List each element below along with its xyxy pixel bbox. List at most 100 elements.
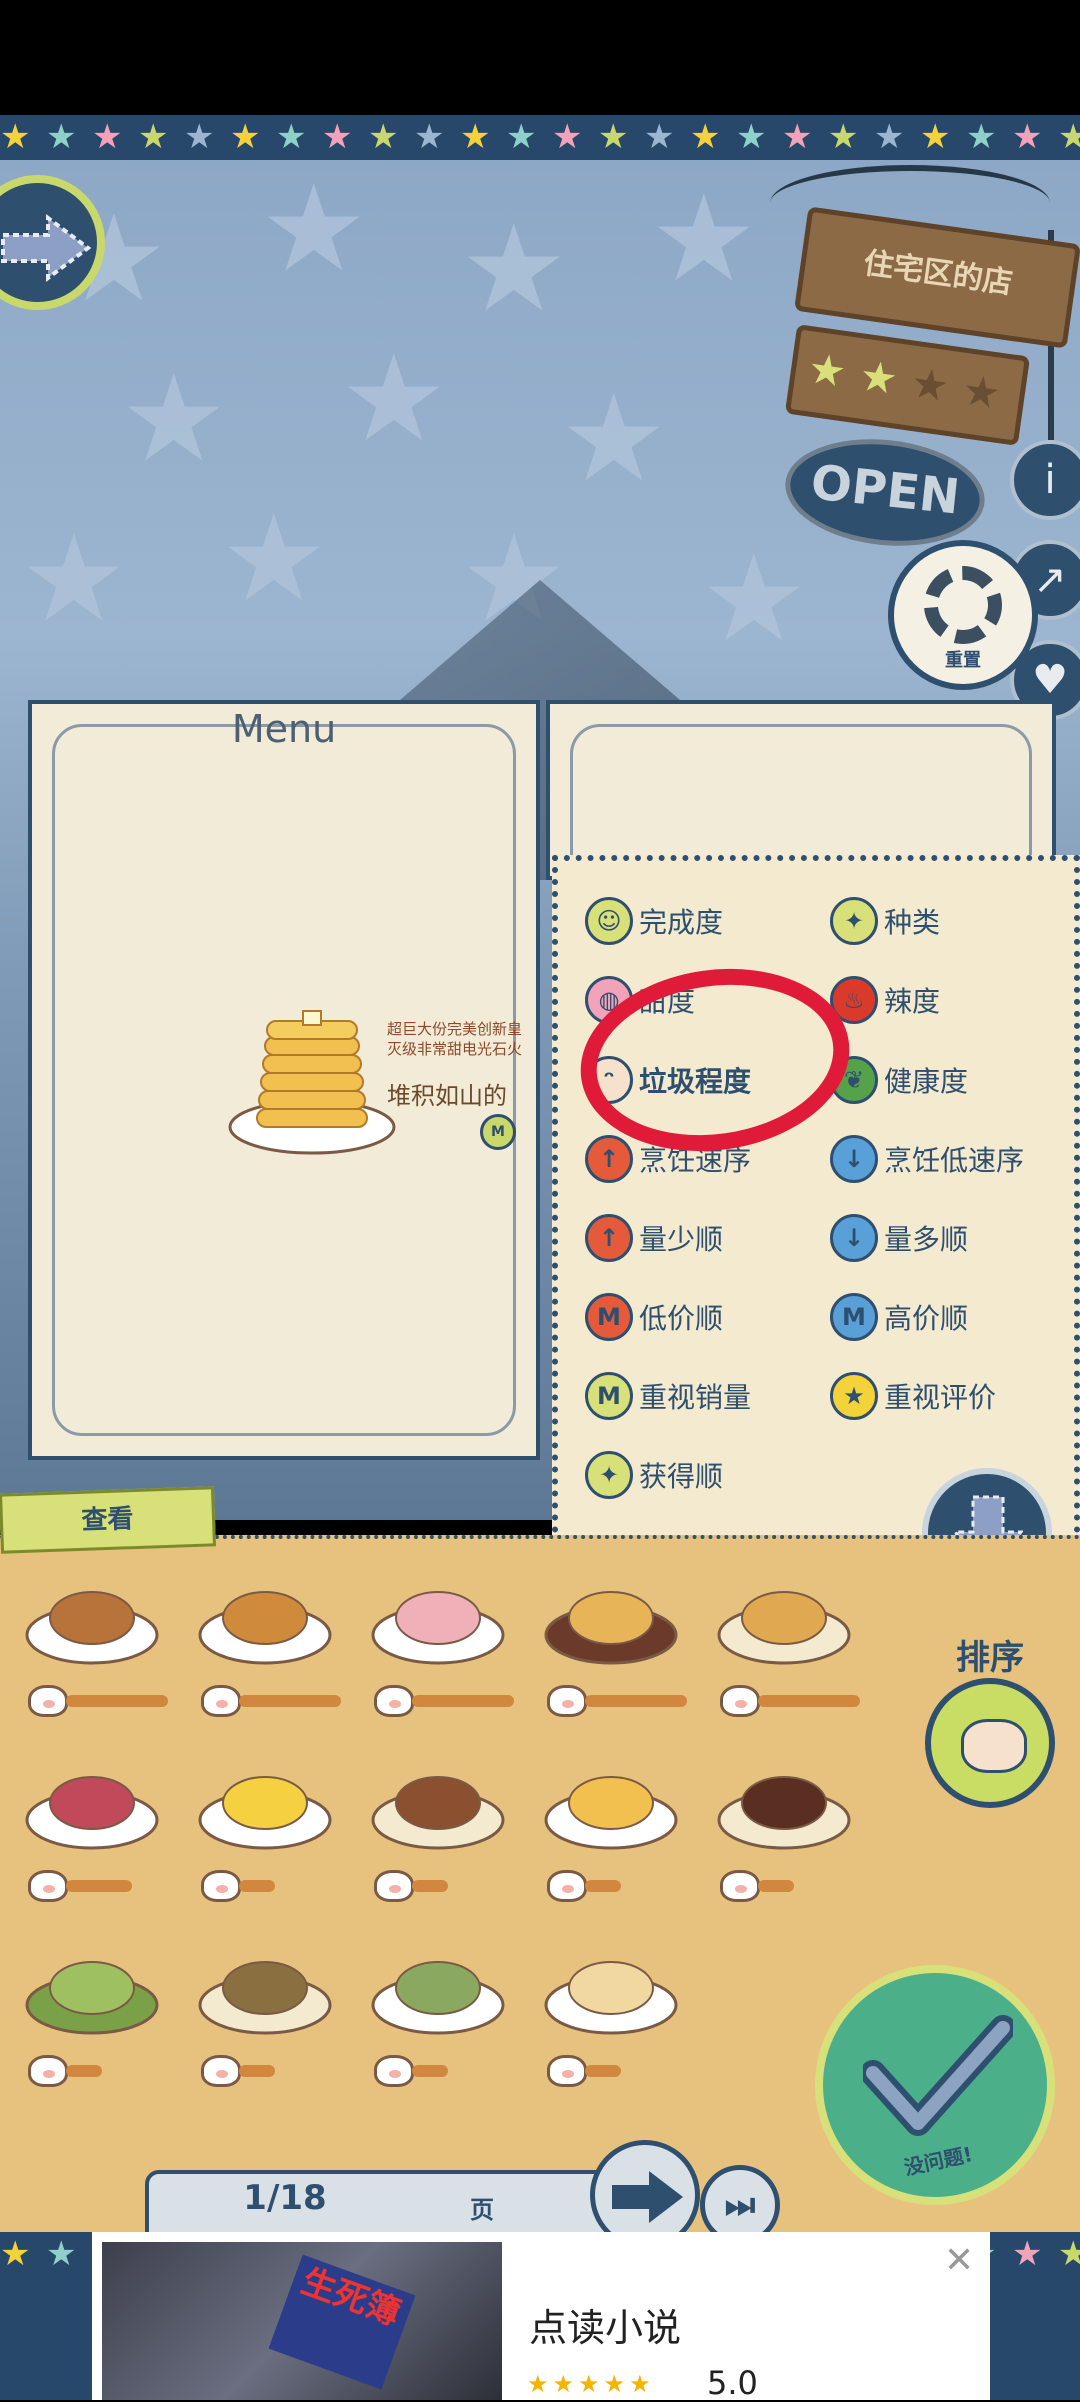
pig-icon (374, 2055, 414, 2087)
sort-option-price_low[interactable]: M 低价顺 (585, 1289, 723, 1345)
sort-option-price_high[interactable]: M 高价顺 (830, 1289, 968, 1345)
confirm-button[interactable]: 没问题! (815, 1965, 1055, 2205)
view-tab[interactable]: 查看 (0, 1486, 216, 1554)
dish-hamster-dessert[interactable] (541, 1930, 691, 2040)
ad-close-button[interactable]: ✕ (944, 2240, 974, 2281)
dish-image (198, 1776, 332, 1850)
sort-option-spicy[interactable]: ♨ 辣度 (830, 972, 940, 1028)
sort-option-healthy[interactable]: ❦ 健康度 (830, 1052, 968, 1108)
coin-up-icon: M (585, 1293, 633, 1341)
sort-option-label: 量少顺 (639, 1223, 724, 1256)
dish-kusa-mochi[interactable] (368, 1930, 518, 2040)
info-icon[interactable]: i (1010, 440, 1080, 520)
junk-level-bar (66, 1880, 132, 1892)
dish-dorayaki[interactable] (368, 1745, 518, 1855)
border-star: ★ (1012, 117, 1043, 157)
dish-dango[interactable] (195, 1930, 345, 2040)
dish-image (371, 1961, 505, 2035)
arrow-right-icon (612, 2171, 683, 2223)
border-star: ★ (92, 117, 123, 157)
dish-yokan[interactable] (714, 1745, 864, 1855)
dish-image (198, 1961, 332, 2035)
sort-button[interactable] (925, 1678, 1055, 1808)
border-star: ★ (368, 117, 399, 157)
sort-option-qty_low[interactable]: ↑ 量少顺 (585, 1210, 723, 1266)
sort-option-acquired[interactable]: ✦ 获得顺 (585, 1447, 723, 1503)
junk-level-bar (66, 2065, 102, 2077)
border-star: ★ (414, 117, 445, 157)
arrow-right-icon (1, 214, 92, 282)
ad-rating-stars: ★★★★★ (527, 2370, 655, 2398)
sort-option-sales[interactable]: M 重视销量 (585, 1368, 751, 1424)
sort-label: 排序 (956, 1638, 1024, 1678)
border-star: ★ (1012, 2234, 1043, 2274)
sort-options-panel (552, 855, 1080, 1545)
sparkle-icon: ✦ (585, 1451, 633, 1499)
sort-option-cook_slow[interactable]: ↓ 烹饪低速序 (830, 1131, 1024, 1187)
border-star: ★ (184, 117, 215, 157)
dish-tonkatsu[interactable] (22, 1560, 172, 1670)
sort-option-completion[interactable]: ☺ 完成度 (585, 893, 723, 949)
menu-description-line: 灭级非常甜电光石火 (387, 1040, 523, 1058)
dish-image (544, 1776, 678, 1850)
sort-option-label: 高价顺 (884, 1302, 969, 1335)
ad-thumbnail-text: 生死簿 (268, 2254, 416, 2390)
dish-tempura-bowl[interactable] (541, 1560, 691, 1670)
junk-level-bar (412, 1695, 514, 1707)
junk-level-bar (239, 2065, 275, 2077)
pancake-dish-image (228, 1010, 396, 1155)
fast-forward-icon: ⏭ (724, 2185, 756, 2225)
pig-icon (374, 1870, 414, 1902)
pig-icon (201, 2055, 241, 2087)
status-bar-area (0, 0, 1080, 115)
sort-option-qty_high[interactable]: ↓ 量多顺 (830, 1210, 968, 1266)
smiley-icon: ☺ (585, 897, 633, 945)
pig-icon (720, 1685, 760, 1717)
border-star: ★ (1058, 117, 1080, 157)
dish-strawberry-parfait[interactable] (22, 1745, 172, 1855)
dish-green-tea[interactable] (22, 1930, 172, 2040)
border-star: ★ (828, 117, 859, 157)
dish-fried-shrimp-plate[interactable] (195, 1560, 345, 1670)
border-star: ★ (874, 117, 905, 157)
sort-option-label: 健康度 (884, 1065, 969, 1098)
dish-image (198, 1591, 332, 1665)
dish-image (717, 1591, 851, 1665)
sort-option-category[interactable]: ✦ 种类 (830, 893, 940, 949)
dish-image (371, 1776, 505, 1850)
sort-option-label: 量多顺 (884, 1223, 969, 1256)
page-number: 1/18 (243, 2178, 327, 2218)
dish-tempura-plate[interactable] (714, 1560, 864, 1670)
loading-spinner-icon (924, 566, 1002, 644)
sort-option-label: 完成度 (639, 906, 724, 939)
coin-icon: M (585, 1372, 633, 1420)
dish-image (717, 1776, 851, 1850)
border-star: ★ (690, 117, 721, 157)
arrow-up-icon: ↑ (585, 1214, 633, 1262)
rating-star-icon: ★ (959, 364, 1004, 419)
border-star: ★ (460, 117, 491, 157)
junk-level-bar (412, 2065, 448, 2077)
pig-icon (201, 1685, 241, 1717)
dish-image (25, 1961, 159, 2035)
ad-banner[interactable]: 生死簿 点读小说 ★★★★★ 5.0 ✕ (92, 2232, 990, 2402)
ad-rating-value: 5.0 (707, 2364, 758, 2402)
arrow-down-icon: ↓ (830, 1135, 878, 1183)
checkmark-icon (863, 2015, 1013, 2136)
menu-description-line: 超巨大份完美创新皇 (387, 1020, 523, 1038)
arrow-down-icon: ↓ (830, 1214, 878, 1262)
dish-pancake-stack[interactable] (541, 1745, 691, 1855)
border-star: ★ (644, 117, 675, 157)
reset-button[interactable]: 重置 (888, 540, 1038, 690)
dish-omurice[interactable] (195, 1745, 345, 1855)
sort-option-review[interactable]: ★ 重视评价 (830, 1368, 996, 1424)
pig-icon (28, 1870, 68, 1902)
sort-option-label: 种类 (884, 906, 941, 939)
ad-title[interactable]: 点读小说 (529, 2297, 681, 2352)
junk-level-bar (585, 1695, 687, 1707)
sort-option-label: 重视评价 (884, 1381, 997, 1414)
dish-image (544, 1961, 678, 2035)
dish-parfait[interactable] (368, 1560, 518, 1670)
border-star: ★ (230, 117, 261, 157)
ad-thumbnail[interactable]: 生死簿 (102, 2242, 502, 2400)
